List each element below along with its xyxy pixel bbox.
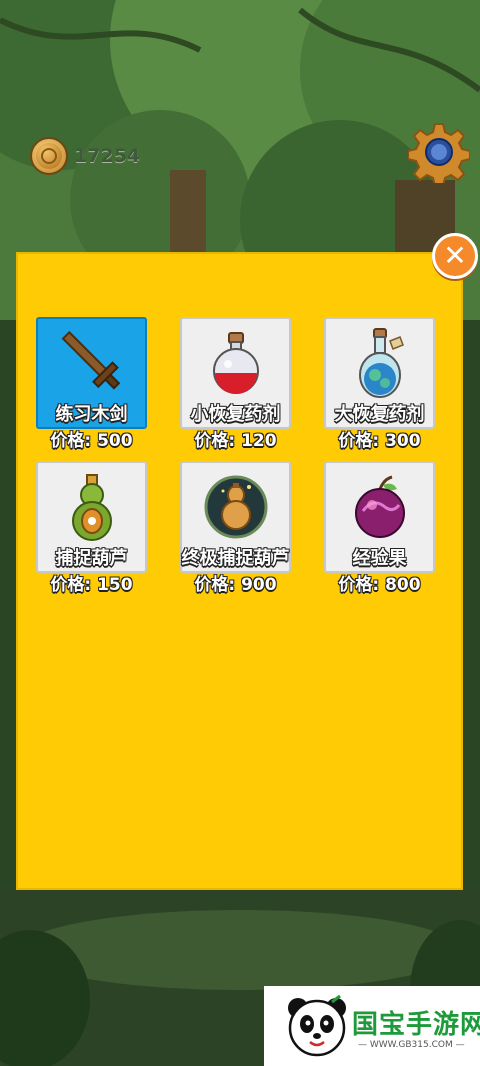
item-name: 捕捉葫芦 <box>55 548 128 569</box>
golden-gourd-icon <box>204 475 267 539</box>
shop-item-small-potion[interactable]: 小恢复药剂 价格: 120 <box>180 317 291 451</box>
exp-fruit-icon <box>354 475 405 538</box>
item-price: 价格: 120 <box>194 431 277 451</box>
wooden-sword-icon <box>61 330 120 390</box>
watermark-title: 国宝手游网 <box>352 1010 480 1040</box>
watermark-url: — WWW.GB315.COM — <box>358 1040 465 1050</box>
item-name: 大恢复药剂 <box>334 404 425 425</box>
shop-item-wooden-sword[interactable]: 练习木剑 价格: 500 <box>36 317 147 451</box>
watermark: 国宝手游网 — WWW.GB315.COM — <box>264 986 480 1066</box>
item-price: 价格: 300 <box>338 431 421 451</box>
blue-potion-icon <box>358 328 404 398</box>
gear-icon <box>407 123 471 187</box>
panda-logo-icon <box>288 994 346 1057</box>
item-price: 价格: 500 <box>50 431 133 451</box>
item-name: 终极捕捉葫芦 <box>181 548 290 569</box>
green-gourd-icon <box>71 474 112 541</box>
close-icon: ✕ <box>443 239 467 272</box>
item-price: 价格: 800 <box>338 575 421 595</box>
item-price: 价格: 150 <box>50 575 133 595</box>
settings-button[interactable] <box>407 121 471 187</box>
currency-display: 17254 <box>30 136 140 176</box>
item-name: 经验果 <box>352 548 407 569</box>
item-price: 价格: 900 <box>194 575 277 595</box>
item-name: 练习木剑 <box>55 404 128 425</box>
coin-icon <box>30 137 68 175</box>
shop-item-large-potion[interactable]: 大恢复药剂 价格: 300 <box>324 317 435 451</box>
coin-count: 17254 <box>74 145 141 167</box>
shop-item-capture-gourd[interactable]: 捕捉葫芦 价格: 150 <box>36 461 147 595</box>
red-potion-icon <box>212 332 259 394</box>
item-name: 小恢复药剂 <box>190 404 281 425</box>
shop-item-ultimate-gourd[interactable]: 终极捕捉葫芦 价格: 900 <box>180 461 291 595</box>
shop-item-exp-fruit[interactable]: 经验果 价格: 800 <box>324 461 435 595</box>
close-button[interactable]: ✕ <box>432 233 478 279</box>
